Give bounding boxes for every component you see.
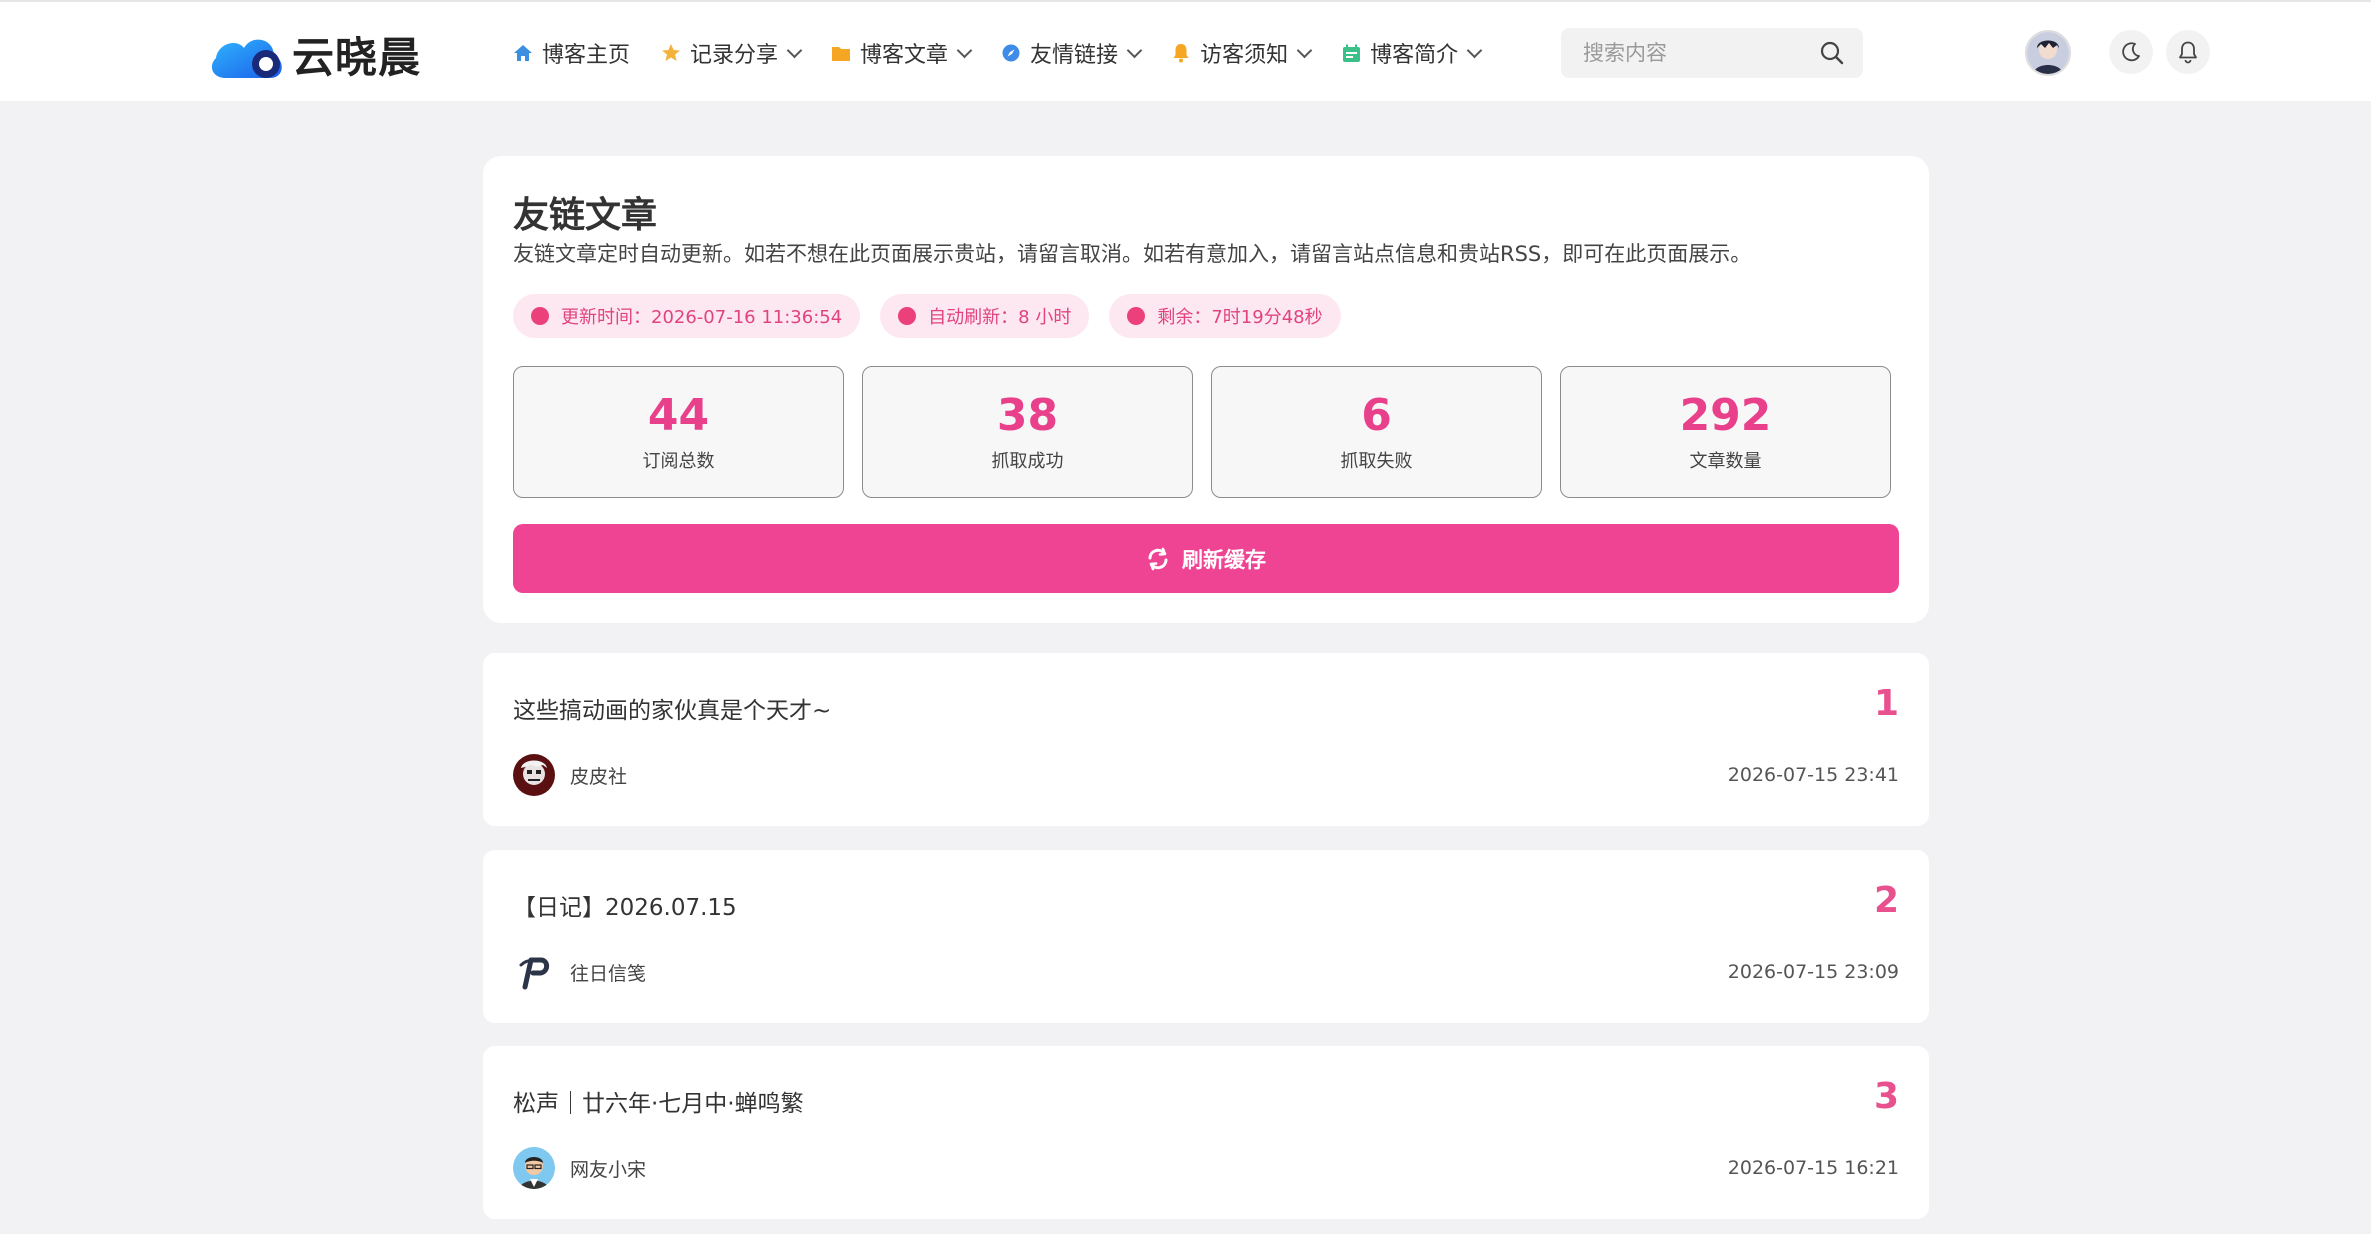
stat-value: 292 [1679,390,1772,441]
page-description: 友链文章定时自动更新。如若不想在此页面展示贵站，请留言取消。如若有意加入，请留言… [513,242,1752,266]
bell-icon [1170,42,1192,64]
stat-subscriptions: 44 订阅总数 [513,366,844,498]
refresh-cache-label: 刷新缓存 [1182,547,1266,572]
article-card[interactable]: 【日记】2026.07.15 2 往日信笺 2026-07-15 23:09 [483,850,1929,1023]
update-time-text: 更新时间：2026-07-16 11:36:54 [561,307,843,328]
nav-label: 博客简介 [1370,43,1459,68]
stat-value: 44 [647,390,710,441]
site-logo[interactable]: 云晓晨 [208,24,421,84]
moon-icon [2122,42,2140,62]
star-icon [660,42,682,64]
clock-icon [531,307,549,325]
chevron-down-icon [1126,42,1143,58]
article-title[interactable]: 这些搞动画的家伙真是个天才~ [513,691,831,725]
auto-refresh-text: 自动刷新：8 小时 [928,307,1072,328]
main-nav: 博客主页 记录分享 博客文章 友情链接 访客须知 博客简介 [512,30,1510,76]
stat-value: 38 [996,390,1059,441]
chevron-down-icon [956,42,973,58]
calendar-icon [1340,42,1362,64]
article-title[interactable]: 【日记】2026.07.15 [513,888,737,922]
stat-fetch-failed: 6 抓取失败 [1211,366,1542,498]
refresh-cache-button[interactable]: 刷新缓存 [513,524,1899,593]
stat-label: 抓取失败 [1340,451,1413,472]
article-title[interactable]: 松声｜廿六年·七月中·蝉鸣繁 [513,1084,804,1118]
user-avatar[interactable] [2025,30,2071,76]
nav-label: 访客须知 [1200,43,1289,68]
stat-fetch-success: 38 抓取成功 [862,366,1193,498]
stat-label: 文章数量 [1689,451,1762,472]
update-time-badge: 更新时间：2026-07-16 11:36:54 [513,294,861,338]
author-avatar [513,754,555,796]
dark-mode-toggle[interactable] [2109,30,2153,74]
status-pills: 更新时间：2026-07-16 11:36:54 自动刷新：8 小时 剩余：7时… [513,294,1361,338]
notification-button[interactable] [2166,30,2210,74]
compass-icon [1000,42,1022,64]
page-title: 友链文章 [513,195,658,236]
refresh-icon [1148,547,1168,570]
search-icon[interactable] [1819,40,1845,66]
stat-article-count: 292 文章数量 [1560,366,1891,498]
author-name: 网友小宋 [570,1158,647,1181]
logo-text: 云晓晨 [292,32,422,82]
article-rank: 2 [1873,880,1899,921]
nav-label: 博客主页 [542,43,631,68]
article-date: 2026-07-15 16:21 [1727,1157,1899,1179]
stats-grid: 44 订阅总数 38 抓取成功 6 抓取失败 292 文章数量 [513,366,1891,498]
chevron-down-icon [1466,42,1483,58]
article-card[interactable]: 这些搞动画的家伙真是个天才~ 1 皮皮社 2026-07-15 23:41 [483,653,1929,826]
author-avatar [513,951,555,993]
home-icon [512,42,534,64]
article-card[interactable]: 松声｜廿六年·七月中·蝉鸣繁 3 网友小宋 2026-07-15 16:21 [483,1046,1929,1219]
timer-icon [1127,307,1146,325]
article-date: 2026-07-15 23:09 [1727,961,1899,983]
chevron-down-icon [786,42,803,58]
remaining-time-text: 剩余：7时19分48秒 [1157,307,1323,328]
article-author[interactable]: 往日信笺 [513,951,646,993]
author-name: 往日信笺 [570,962,647,985]
nav-item-blog-intro[interactable]: 博客简介 [1340,37,1483,69]
stat-label: 抓取成功 [991,451,1064,472]
stat-value: 6 [1361,390,1392,441]
cloud-logo-icon [211,39,282,78]
refresh-icon [898,307,917,325]
nav-label: 博客文章 [860,43,949,68]
folder-icon [830,42,852,64]
article-author[interactable]: 网友小宋 [513,1147,646,1189]
bell-icon [2179,41,2197,64]
author-avatar [513,1147,555,1189]
search-box [1561,28,1863,78]
nav-label: 友情链接 [1030,43,1119,68]
article-rank: 1 [1873,683,1899,724]
nav-item-friend-links[interactable]: 友情链接 [1000,37,1143,69]
stat-label: 订阅总数 [642,451,715,472]
auto-refresh-badge: 自动刷新：8 小时 [880,294,1090,338]
nav-label: 记录分享 [690,43,779,68]
article-rank: 3 [1873,1076,1899,1117]
article-date: 2026-07-15 23:41 [1727,764,1899,786]
remaining-time-badge: 剩余：7时19分48秒 [1109,294,1341,338]
search-input[interactable] [1581,40,1815,66]
nav-item-visitor-notice[interactable]: 访客须知 [1170,37,1313,69]
author-name: 皮皮社 [570,765,628,788]
chevron-down-icon [1296,42,1313,58]
nav-item-records[interactable]: 记录分享 [660,37,803,69]
top-navbar: 云晓晨 博客主页 记录分享 博客文章 友情链接 访客须知 博客简介 搜索内容 [0,0,2371,101]
nav-item-articles[interactable]: 博客文章 [830,37,973,69]
article-author[interactable]: 皮皮社 [513,754,627,796]
friend-articles-summary-card: 友链文章 友链文章定时自动更新。如若不想在此页面展示贵站，请留言取消。如若有意加… [483,156,1929,623]
nav-item-home[interactable]: 博客主页 [512,37,630,69]
